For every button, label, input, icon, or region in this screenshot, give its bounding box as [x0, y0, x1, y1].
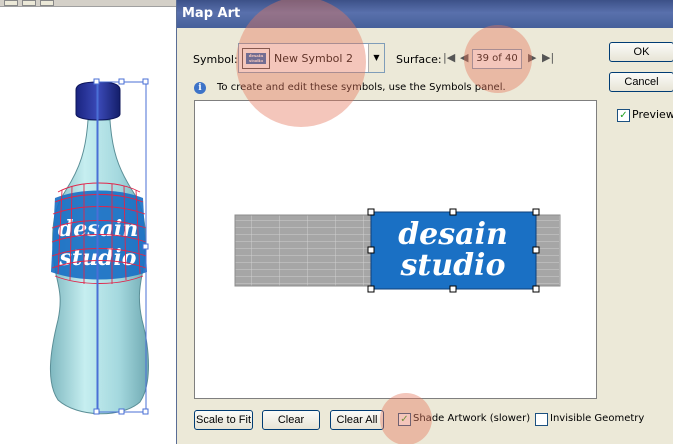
- info-text: To create and edit these symbols, use th…: [217, 82, 506, 93]
- symbol-thumbnail: desain studio: [242, 48, 270, 69]
- scale-to-fit-button[interactable]: Scale to Fit: [194, 410, 253, 430]
- next-surface-icon[interactable]: ▶: [528, 52, 536, 64]
- clear-button[interactable]: Clear: [262, 410, 320, 430]
- preview-checkbox[interactable]: ✓: [617, 109, 630, 122]
- info-icon: i: [194, 82, 206, 94]
- surface-field[interactable]: 39 of 40: [472, 49, 522, 69]
- previous-surface-icon[interactable]: ◀: [460, 52, 468, 64]
- clear-all-button[interactable]: Clear All: [330, 410, 384, 430]
- shade-artwork-checkbox[interactable]: ✓: [398, 413, 411, 426]
- symbol-value: New Symbol 2: [274, 52, 353, 65]
- title-bar[interactable]: Map Art: [177, 0, 673, 28]
- dialog-title: Map Art: [182, 6, 241, 21]
- invisible-geometry-checkbox[interactable]: [535, 413, 548, 426]
- first-surface-icon[interactable]: |◀: [443, 52, 455, 64]
- symbol-label: Symbol:: [193, 53, 238, 66]
- symbol-map-preview[interactable]: desain studio: [194, 100, 597, 399]
- invisible-geometry-label: Invisible Geometry: [550, 413, 645, 424]
- map-art-dialog: Map Art Symbol: desain studio New Symbol…: [176, 0, 673, 444]
- shade-artwork-label: Shade Artwork (slower): [413, 413, 531, 424]
- symbol-text-line2: studio: [400, 248, 506, 283]
- map-surface[interactable]: desain studio: [195, 101, 598, 400]
- label-band: desain studio: [51, 190, 147, 280]
- bottle-artwork[interactable]: desain studio: [0, 0, 176, 444]
- preview-label: Preview: [632, 108, 673, 121]
- cancel-button[interactable]: Cancel: [609, 72, 673, 92]
- symbol-select[interactable]: desain studio New Symbol 2 ▼: [238, 43, 385, 73]
- chevron-down-icon[interactable]: ▼: [368, 44, 384, 72]
- ok-button[interactable]: OK: [609, 42, 673, 62]
- symbol-text-line1: desain: [398, 217, 508, 252]
- surface-label: Surface:: [396, 53, 442, 66]
- last-surface-icon[interactable]: ▶|: [542, 52, 554, 64]
- artboard[interactable]: desain studio: [0, 0, 176, 444]
